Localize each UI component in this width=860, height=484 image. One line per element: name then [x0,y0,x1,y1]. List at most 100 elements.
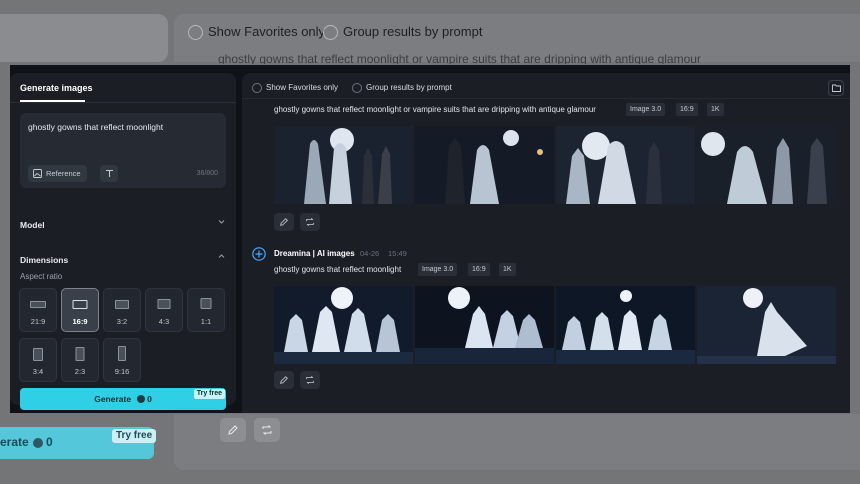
aspect-ratio-label: Aspect ratio [20,272,63,281]
ratio-label: 1:1 [200,317,212,326]
result-1-model-tag: Image 3.0 [626,103,666,116]
model-section-title: Model [20,220,45,230]
group-results-checkbox[interactable] [352,83,362,93]
group-results-label[interactable]: Group results by prompt [366,83,452,92]
generated-image[interactable] [274,126,413,204]
ratio-option-4-3[interactable]: 4:3 [145,288,183,332]
result-1-image-grid [274,126,836,204]
result-2-author: Dreamina | AI images [274,249,355,258]
text-format-icon [105,170,113,177]
ratio-option-3-2[interactable]: 3:2 [103,288,141,332]
ratio-label: 3:4 [32,367,44,376]
ratio-option-16-9[interactable]: 16:9 [61,288,99,332]
generated-image[interactable] [556,286,695,364]
reference-button[interactable]: Reference [28,165,87,182]
ratio-option-3-4[interactable]: 3:4 [19,338,57,382]
ratio-label: 21:9 [30,317,46,326]
background-credit-count: 0 [46,435,53,449]
folder-icon [831,84,841,92]
background-regenerate-button [254,418,280,442]
result-2-ratio-tag: 16:9 [468,263,490,276]
ratio-16-9-icon [72,300,88,309]
result-1-edit-button[interactable] [274,213,294,231]
show-favorites-checkbox[interactable] [252,83,262,93]
result-2-date: 04-26 [360,249,380,258]
model-section-toggle[interactable]: Model [20,215,226,230]
generate-button[interactable]: Generate 0 Try free [20,388,226,410]
ratio-1-1-icon [200,298,212,309]
generate-sidebar: Generate images ghostly gowns that refle… [10,73,236,410]
background-favorites-checkbox [188,25,203,40]
background-coin-icon [33,438,43,448]
pencil-icon [280,218,288,226]
dimensions-section-toggle[interactable]: Dimensions [20,250,226,265]
generated-image[interactable] [697,286,836,364]
coin-icon [137,395,146,403]
ratio-option-21-9[interactable]: 21:9 [19,288,57,332]
background-group-checkbox [323,25,338,40]
generated-image[interactable] [697,126,836,204]
ratio-label: 3:2 [116,317,128,326]
result-2-model-tag: Image 3.0 [418,263,458,276]
pencil-icon [228,425,238,435]
background-prompt-text: ghostly gowns that reflect moonlight or … [218,52,701,64]
result-2-time: 15:49 [388,249,407,258]
ratio-option-1-1[interactable]: 1:1 [187,288,225,332]
ratio-label: 16:9 [72,317,88,326]
result-1-regenerate-button[interactable] [300,213,320,231]
regenerate-icon [262,425,272,435]
ratio-option-2-3[interactable]: 2:3 [61,338,99,382]
ratio-3-2-icon [115,300,129,309]
background-group-label: Group results by prompt [343,24,483,39]
ratio-option-9-16[interactable]: 9:16 [103,338,141,382]
result-1-resolution-tag: 1K [707,103,724,116]
results-panel: Show Favorites only Group results by pro… [242,73,850,413]
ratio-21-9-icon [30,301,46,308]
background-try-free-badge: Try free [112,429,157,443]
result-1-prompt: ghostly gowns that reflect moonlight or … [274,105,596,114]
show-favorites-label[interactable]: Show Favorites only [266,83,338,92]
prompt-input-value[interactable]: ghostly gowns that reflect moonlight [28,122,163,132]
chevron-down-icon [218,220,225,224]
ratio-label: 2:3 [74,367,86,376]
try-free-badge: Try free [193,389,225,399]
regenerate-icon [306,217,314,227]
text-format-button[interactable] [100,165,118,182]
credit-count: 0 [147,394,152,404]
result-2-resolution-tag: 1K [499,263,516,276]
result-1-ratio-tag: 16:9 [676,103,698,116]
image-reference-icon [33,169,42,178]
result-2-regenerate-button[interactable] [300,371,320,389]
chevron-up-icon [218,254,225,258]
tab-generate-images[interactable]: Generate images [20,83,93,93]
background-left-panel [0,14,168,62]
background-favorites-label: Show Favorites only [208,24,326,39]
ratio-3-4-icon [33,348,43,361]
toolbar-divider [242,98,850,99]
generate-button-label: Generate [94,394,132,404]
background-generate-label: erate [0,435,29,449]
regenerate-icon [306,375,314,385]
background-edit-button [220,418,246,442]
ratio-label: 4:3 [158,317,170,326]
character-count: 36/800 [196,170,218,177]
generated-image[interactable] [415,286,554,364]
prompt-input[interactable]: ghostly gowns that reflect moonlight Ref… [20,113,226,188]
generated-image[interactable] [415,126,554,204]
pencil-icon [280,376,288,384]
generated-image[interactable] [274,286,413,364]
result-2-prompt: ghostly gowns that reflect moonlight [274,265,402,274]
ratio-9-16-icon [118,346,126,361]
folder-button[interactable] [828,80,844,96]
result-2-image-grid [274,286,836,364]
ratio-2-3-icon [75,347,85,361]
app-window: Generate images ghostly gowns that refle… [10,65,850,413]
ratio-4-3-icon [157,299,171,309]
dimensions-section-title: Dimensions [20,255,69,265]
result-2-edit-button[interactable] [274,371,294,389]
reference-button-label: Reference [46,169,81,178]
dreamina-logo-icon [252,247,266,261]
ratio-label: 9:16 [114,367,130,376]
generated-image[interactable] [556,126,695,204]
tab-divider [10,102,236,103]
